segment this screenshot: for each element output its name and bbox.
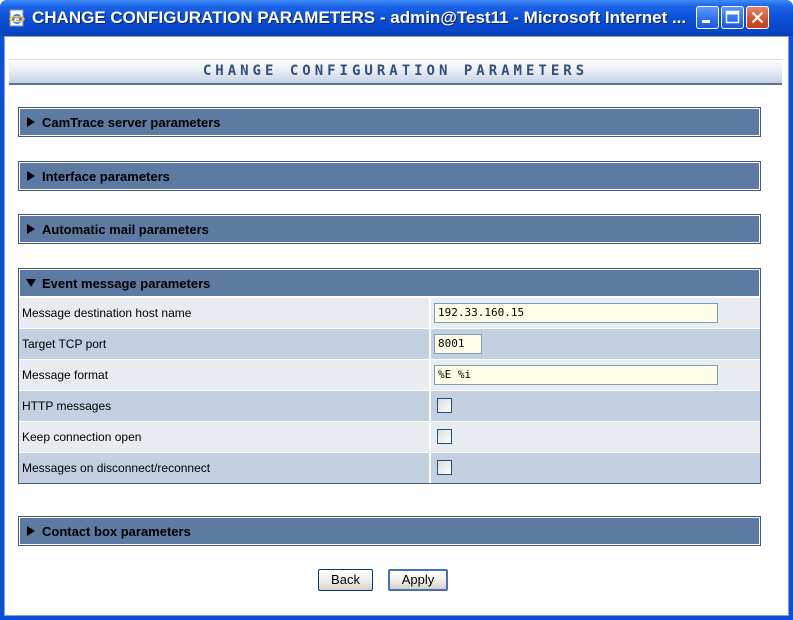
keep-connection-checkbox[interactable]: [437, 429, 452, 444]
column-divider: [429, 422, 431, 452]
minimize-button[interactable]: [696, 6, 719, 29]
apply-button[interactable]: Apply: [388, 569, 448, 591]
column-divider: [429, 298, 431, 328]
section-mail: Automatic mail parameters: [18, 214, 761, 244]
section-label: CamTrace server parameters: [42, 115, 221, 130]
maximize-button[interactable]: [721, 6, 744, 29]
field-label: HTTP messages: [22, 399, 112, 413]
section-header-mail[interactable]: Automatic mail parameters: [19, 215, 760, 243]
table-row: HTTP messages: [19, 390, 760, 421]
section-label: Contact box parameters: [42, 524, 191, 539]
column-divider: [429, 453, 431, 483]
section-header-interface[interactable]: Interface parameters: [19, 162, 760, 190]
column-divider: [429, 360, 431, 390]
browser-window: e CHANGE CONFIGURATION PARAMETERS - admi…: [0, 0, 793, 620]
window-title: CHANGE CONFIGURATION PARAMETERS - admin@…: [32, 8, 687, 27]
http-messages-checkbox[interactable]: [437, 398, 452, 413]
triangle-right-icon: [27, 224, 35, 234]
event-rows: Message destination host name 192.33.160…: [19, 297, 760, 483]
triangle-right-icon: [27, 526, 35, 536]
section-camtrace: CamTrace server parameters: [18, 107, 761, 137]
field-label: Message destination host name: [22, 306, 192, 320]
host-name-input[interactable]: 192.33.160.15: [434, 303, 718, 323]
section-label: Event message parameters: [42, 276, 211, 291]
table-row: Target TCP port 8001: [19, 328, 760, 359]
table-row: Messages on disconnect/reconnect: [19, 452, 760, 483]
section-header-contact[interactable]: Contact box parameters: [19, 517, 760, 545]
field-label: Message format: [22, 368, 109, 382]
disconnect-messages-checkbox[interactable]: [437, 460, 452, 475]
ie-page-icon: e: [8, 9, 26, 27]
triangle-right-icon: [27, 171, 35, 181]
table-row: Message format %E %i: [19, 359, 760, 390]
section-interface: Interface parameters: [18, 161, 761, 191]
minimize-icon: [702, 20, 710, 23]
svg-text:e: e: [14, 15, 20, 24]
page-header: CHANGE CONFIGURATION PARAMETERS: [9, 59, 782, 85]
title-bar[interactable]: e CHANGE CONFIGURATION PARAMETERS - admi…: [0, 0, 793, 36]
column-divider: [429, 391, 431, 421]
triangle-down-icon: [26, 279, 36, 287]
section-label: Automatic mail parameters: [42, 222, 209, 237]
field-label: Target TCP port: [22, 337, 107, 351]
section-contact: Contact box parameters: [18, 516, 761, 546]
back-button[interactable]: Back: [318, 569, 373, 591]
close-button[interactable]: [746, 6, 769, 29]
page-title: CHANGE CONFIGURATION PARAMETERS: [202, 63, 589, 79]
message-format-input[interactable]: %E %i: [434, 365, 718, 385]
tcp-port-input[interactable]: 8001: [434, 334, 482, 354]
section-header-event[interactable]: Event message parameters: [19, 269, 760, 297]
column-divider: [429, 329, 431, 359]
section-label: Interface parameters: [42, 169, 170, 184]
close-icon: [751, 11, 764, 24]
maximize-icon: [725, 10, 740, 24]
section-header-camtrace[interactable]: CamTrace server parameters: [19, 108, 760, 136]
section-event: Event message parameters Message destina…: [18, 268, 761, 484]
field-label: Keep connection open: [22, 430, 142, 444]
table-row: Keep connection open: [19, 421, 760, 452]
triangle-right-icon: [27, 117, 35, 127]
field-label: Messages on disconnect/reconnect: [22, 461, 211, 475]
page-content: CHANGE CONFIGURATION PARAMETERS CamTrace…: [4, 36, 789, 616]
table-row: Message destination host name 192.33.160…: [19, 297, 760, 328]
